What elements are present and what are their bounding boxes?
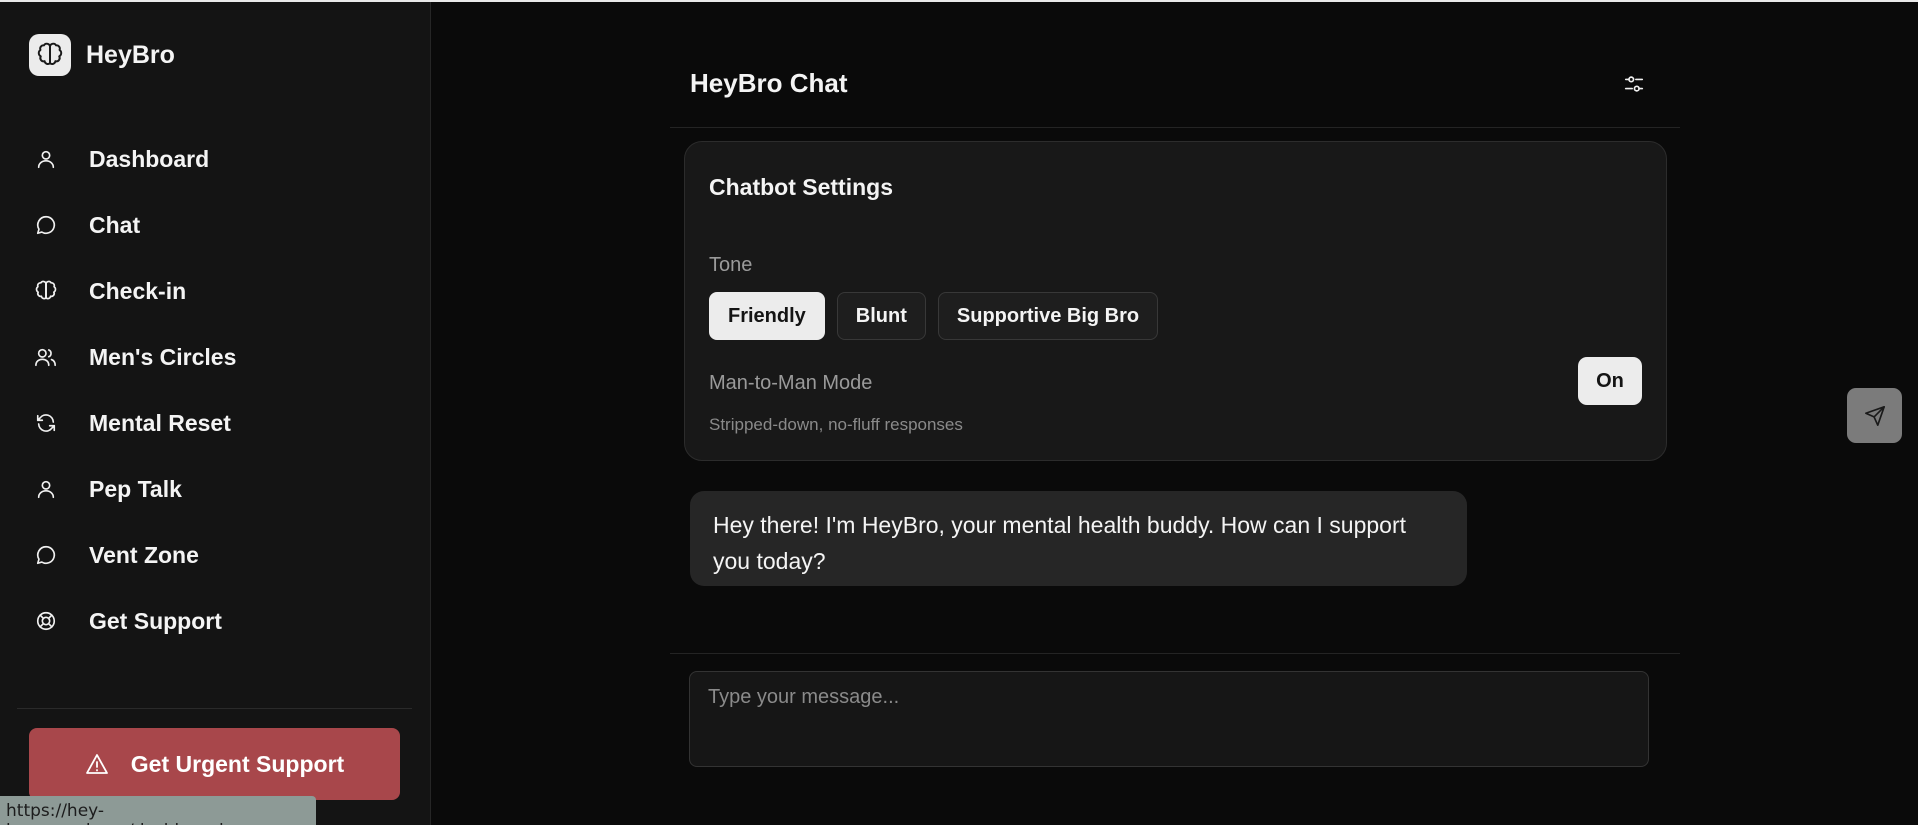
status-bar-url: https://hey-bro.vercel.app/dashboard	[0, 796, 316, 825]
tone-label: Tone	[709, 254, 753, 276]
sidebar-item-label: Get Support	[89, 607, 222, 634]
bot-message: Hey there! I'm HeyBro, your mental healt…	[690, 491, 1467, 586]
sidebar-item-vent-zone[interactable]: Vent Zone	[28, 522, 408, 588]
header-divider	[670, 127, 1680, 128]
message-circle-icon	[28, 207, 64, 243]
page-title: HeyBro Chat	[690, 68, 848, 98]
settings-title: Chatbot Settings	[709, 174, 893, 200]
man-to-man-mode-toggle[interactable]: On	[1578, 357, 1642, 405]
user-icon	[28, 141, 64, 177]
urgent-button-label: Get Urgent Support	[130, 750, 345, 777]
brain-icon	[28, 273, 64, 309]
sidebar-item-label: Chat	[89, 211, 141, 238]
sliders-icon	[1623, 73, 1645, 95]
sidebar-item-label: Men's Circles	[89, 343, 237, 370]
man-to-man-mode-description: Stripped-down, no-fluff responses	[709, 415, 963, 434]
tone-options: Friendly Blunt Supportive Big Bro	[709, 292, 1170, 340]
message-circle-icon	[28, 537, 64, 573]
settings-toggle-button[interactable]	[1616, 66, 1652, 102]
get-urgent-support-button[interactable]: Get Urgent Support	[29, 728, 400, 800]
brain-icon	[29, 34, 71, 76]
user-icon	[28, 471, 64, 507]
sidebar-divider	[17, 708, 412, 709]
tone-friendly-button[interactable]: Friendly	[709, 292, 825, 340]
man-to-man-mode-label: Man-to-Man Mode	[709, 372, 873, 394]
sidebar-item-label: Dashboard	[89, 145, 210, 172]
sidebar-nav: Dashboard Chat Check-in Men's Circles Me…	[28, 126, 408, 654]
input-divider	[670, 653, 1680, 654]
sidebar-item-get-support[interactable]: Get Support	[28, 588, 408, 654]
sidebar-item-chat[interactable]: Chat	[28, 192, 408, 258]
sidebar-item-label: Vent Zone	[89, 541, 199, 568]
sidebar: HeyBro Dashboard Chat Check-in Men's Cir…	[0, 2, 431, 825]
alert-triangle-icon	[85, 753, 109, 775]
life-buoy-icon	[28, 603, 64, 639]
brand-name: HeyBro	[86, 40, 175, 69]
tone-supportive-big-bro-button[interactable]: Supportive Big Bro	[937, 292, 1159, 340]
chatbot-settings-card: Chatbot Settings Tone Friendly Blunt Sup…	[684, 141, 1667, 461]
sidebar-item-label: Pep Talk	[89, 475, 182, 502]
refresh-icon	[28, 405, 64, 441]
send-button[interactable]	[1847, 388, 1902, 443]
sidebar-item-dashboard[interactable]: Dashboard	[28, 126, 408, 192]
brand[interactable]: HeyBro	[29, 34, 175, 76]
sidebar-item-pep-talk[interactable]: Pep Talk	[28, 456, 408, 522]
send-icon	[1864, 405, 1886, 427]
users-icon	[28, 339, 64, 375]
sidebar-item-label: Check-in	[89, 277, 187, 304]
message-input[interactable]	[689, 671, 1649, 767]
sidebar-item-label: Mental Reset	[89, 409, 231, 436]
sidebar-item-check-in[interactable]: Check-in	[28, 258, 408, 324]
sidebar-item-mens-circles[interactable]: Men's Circles	[28, 324, 408, 390]
sidebar-item-mental-reset[interactable]: Mental Reset	[28, 390, 408, 456]
tone-blunt-button[interactable]: Blunt	[836, 292, 926, 340]
